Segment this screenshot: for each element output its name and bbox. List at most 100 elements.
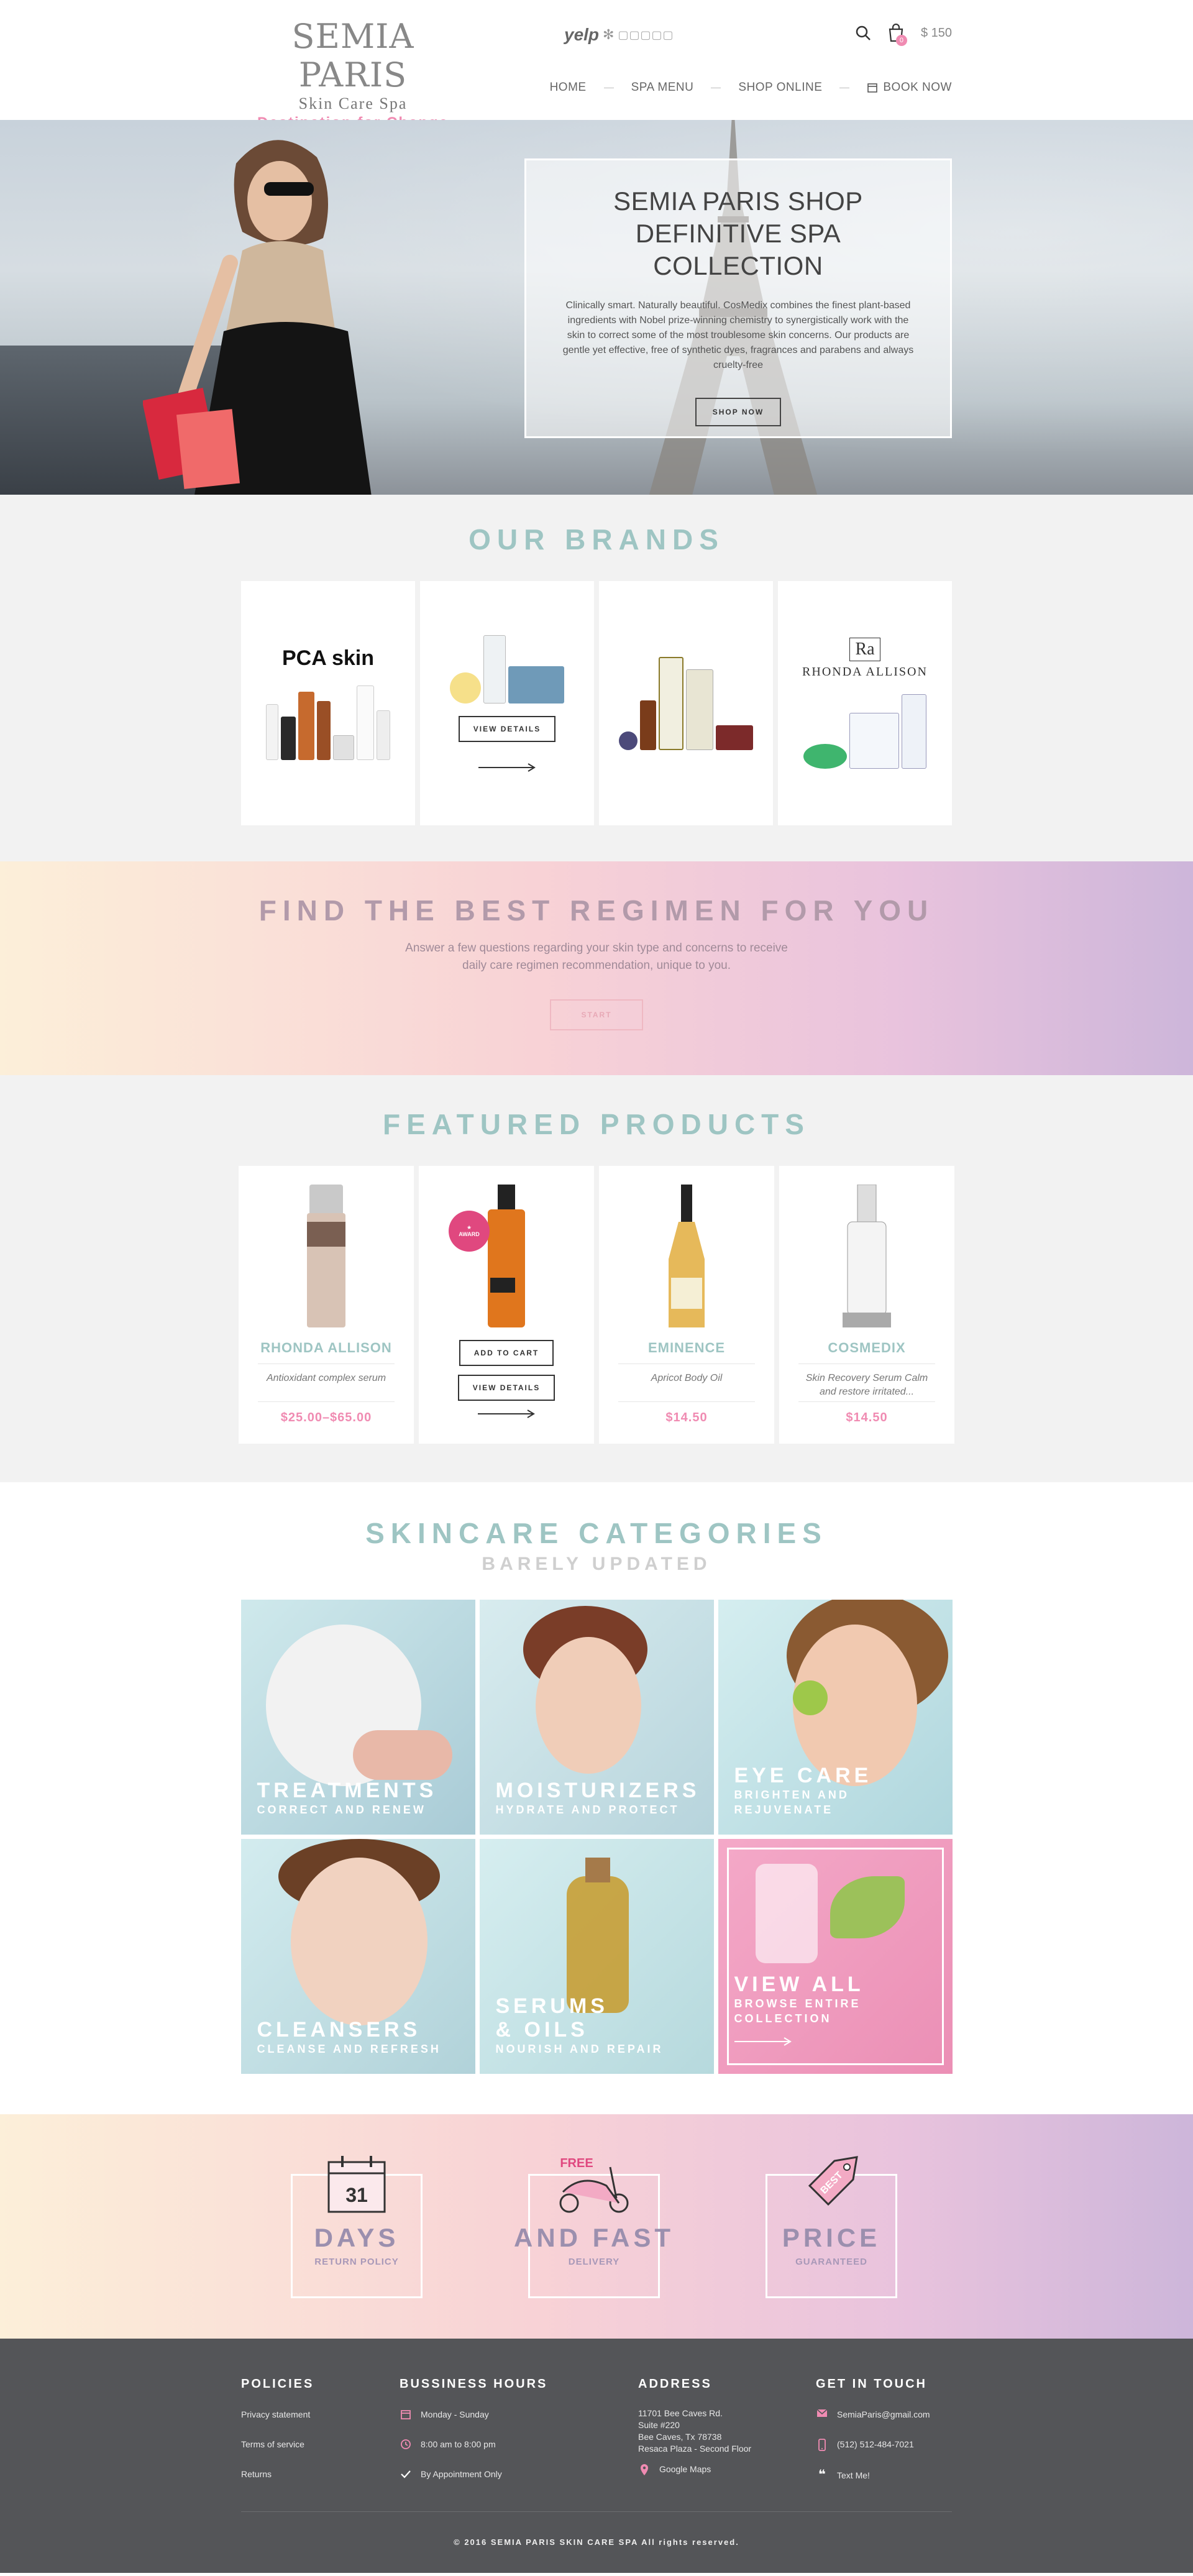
main-nav: HOME SPA MENU SHOP ONLINE BOOK NOW: [550, 81, 952, 94]
google-maps-link[interactable]: Google Maps: [659, 2464, 711, 2475]
footer-heading: POLICIES: [241, 2377, 314, 2391]
product-brand[interactable]: RHONDA ALLISON: [260, 1340, 392, 1356]
regimen-title: FIND THE BEST REGIMEN FOR YOU: [258, 894, 935, 927]
arrow-right-icon[interactable]: [478, 763, 536, 772]
category-eye-care[interactable]: EYE CARE BRIGHTEN AND REJUVENATE: [718, 1600, 953, 1835]
brand-card-pca[interactable]: PCA skin: [241, 581, 415, 825]
feature-title: AND FAST: [514, 2223, 674, 2252]
nav-shop-online[interactable]: SHOP ONLINE: [738, 81, 822, 94]
product-price: $14.50: [665, 1411, 708, 1424]
phone-icon: [816, 2439, 828, 2451]
hero-model-image: [143, 140, 372, 495]
start-quiz-button[interactable]: START: [550, 999, 643, 1030]
calendar-icon: [867, 83, 878, 93]
nav-book-now[interactable]: BOOK NOW: [867, 81, 952, 94]
product-card[interactable]: RHONDA ALLISON Antioxidant complex serum…: [239, 1166, 414, 1444]
calendar-icon-text: 31: [345, 2184, 368, 2206]
category-cleansers[interactable]: CLEANSERS CLEANSE AND REFRESH: [240, 1839, 475, 2074]
product-view-details-button[interactable]: VIEW DETAILS: [457, 1375, 555, 1401]
feature-subtitle: DELIVERY: [568, 2257, 620, 2267]
feature-return-policy: 31 DAYS RETURN POLICY: [291, 2156, 423, 2298]
footer-address: ADDRESS 11701 Bee Caves Rd. Suite #220 B…: [638, 2377, 751, 2476]
product-image: [482, 1185, 531, 1327]
feature-title: PRICE: [782, 2223, 881, 2252]
footer-link-returns[interactable]: Returns: [241, 2468, 272, 2480]
award-seal-icon: ★ AWARD: [449, 1211, 490, 1252]
product-price: $25.00–$65.00: [280, 1411, 372, 1424]
arrow-right-icon[interactable]: [734, 2037, 792, 2046]
cart-total: $ 150: [920, 25, 952, 40]
nav-spa-menu[interactable]: SPA MENU: [631, 81, 694, 94]
footer-link-terms[interactable]: Terms of service: [241, 2439, 304, 2450]
hero-description: Clinically smart. Naturally beautiful. C…: [562, 300, 914, 370]
footer-heading: BUSSINESS HOURS: [400, 2377, 548, 2391]
site-logo[interactable]: SEMIA PARIS Skin Care Spa Destination fo…: [241, 17, 465, 132]
footer-hours-time: 8:00 am to 8:00 pm: [421, 2439, 496, 2449]
hero-title: SEMIA PARIS SHOP DEFINITIVE SPA COLLECTI…: [613, 186, 863, 280]
footer-link-privacy[interactable]: Privacy statement: [241, 2409, 310, 2420]
brands-title: OUR BRANDS: [469, 523, 724, 556]
logo-subtitle: Skin Care Spa: [298, 94, 408, 112]
category-title: MOISTURIZERS: [495, 1779, 700, 1802]
address-line: Suite #220: [638, 2420, 680, 2430]
product-image: [304, 1185, 348, 1327]
yelp-rating[interactable]: yelp ✻ ▢▢▢▢▢: [564, 25, 674, 45]
brand-view-details-button[interactable]: VIEW DETAILS: [458, 715, 556, 742]
footer-hours: BUSSINESS HOURS Monday - Sunday 8:00 am …: [400, 2377, 547, 2480]
product-image: [839, 1185, 895, 1327]
product-price: $14.50: [846, 1411, 888, 1424]
product-image: [665, 1185, 708, 1327]
yelp-burst-icon: ✻: [603, 27, 615, 42]
product-card[interactable]: COSMEDIX Skin Recovery Serum Calm and re…: [779, 1166, 954, 1444]
footer-heading: GET IN TOUCH: [816, 2377, 927, 2391]
category-subtitle: BRIGHTEN AND REJUVENATE: [734, 1789, 849, 1816]
add-to-cart-button[interactable]: ADD TO CART: [459, 1340, 554, 1366]
footer-hours-note: By Appointment Only: [421, 2469, 502, 2479]
footer-policies: POLICIES Privacy statement Terms of serv…: [241, 2377, 314, 2480]
hero-promo-box: SEMIA PARIS SHOP DEFINITIVE SPA COLLECTI…: [524, 158, 952, 438]
address-line: Bee Caves, Tx 78738: [638, 2432, 722, 2442]
site-footer: POLICIES Privacy statement Terms of serv…: [0, 2339, 1193, 2573]
contact-text-me[interactable]: Text Me!: [837, 2470, 870, 2481]
contact-email[interactable]: SemiaParis@gmail.com: [837, 2409, 930, 2420]
product-brand[interactable]: COSMEDIX: [828, 1340, 905, 1356]
nav-book-now-label: BOOK NOW: [883, 81, 952, 94]
featured-products-section: FEATURED PRODUCTS RHONDA ALLISON Antioxi…: [0, 1075, 1193, 1482]
arrow-right-icon[interactable]: [477, 1409, 535, 1418]
category-moisturizers[interactable]: MOISTURIZERS HYDRATE AND PROTECT: [479, 1600, 714, 1835]
contact-phone[interactable]: (512) 512-484-7021: [837, 2439, 914, 2450]
cart-button[interactable]: 0: [887, 24, 907, 46]
product-brand[interactable]: EMINENCE: [648, 1340, 725, 1356]
category-treatments[interactable]: TREATMENTS CORRECT AND RENEW: [240, 1600, 475, 1835]
rhonda-products-image: [803, 694, 926, 769]
yelp-logo: yelp: [564, 25, 600, 44]
product-card[interactable]: ★ AWARD ADD TO CART VIEW DETAILS: [419, 1166, 594, 1444]
shop-now-button[interactable]: SHOP NOW: [695, 398, 782, 426]
featured-title: FEATURED PRODUCTS: [383, 1108, 810, 1140]
feature-delivery: FREE AND FAST DELIVERY: [514, 2157, 670, 2298]
map-pin-icon: [638, 2464, 651, 2476]
search-icon[interactable]: [855, 25, 871, 41]
features-banner: 31 DAYS RETURN POLICY FREE AND FAST DELI…: [0, 2114, 1193, 2339]
category-view-all[interactable]: VIEW ALL BROWSE ENTIRE COLLECTION: [718, 1839, 953, 2074]
quote-icon: ❝: [818, 2468, 826, 2482]
category-title: VIEW ALL: [734, 1973, 864, 1996]
address-line: Resaca Plaza - Second Floor: [638, 2444, 752, 2454]
category-image: [566, 1876, 629, 2013]
star-rating-icon: ▢▢▢▢▢: [618, 28, 674, 41]
nav-home[interactable]: HOME: [550, 81, 587, 94]
scooter-icon: FREE: [559, 2157, 629, 2213]
product-card[interactable]: EMINENCE Apricot Body Oil $14.50: [599, 1166, 774, 1444]
regimen-section: FIND THE BEST REGIMEN FOR YOU Answer a f…: [0, 861, 1193, 1075]
calendar-icon: 31: [327, 2156, 386, 2213]
brand-card-rhonda-allison[interactable]: Ra RHONDA ALLISON: [778, 581, 952, 825]
brand-card-cosmedix[interactable]: VIEW DETAILS: [420, 581, 594, 825]
brand-card-eminence[interactable]: [599, 581, 773, 825]
regimen-text-line-2: daily care regimen recommendation, uniqu…: [462, 959, 731, 972]
feature-price: BEST PRICE GUARANTEED: [766, 2156, 897, 2298]
rhonda-logo: RHONDA ALLISON: [802, 665, 928, 679]
pca-products-image: [266, 685, 390, 760]
footer-copyright: © 2016 SEMIA PARIS SKIN CARE SPA All rig…: [454, 2537, 739, 2547]
feature-subtitle: GUARANTEED: [795, 2257, 867, 2267]
category-serums-oils[interactable]: SERUMS & OILS NOURISH AND REPAIR: [479, 1839, 714, 2074]
